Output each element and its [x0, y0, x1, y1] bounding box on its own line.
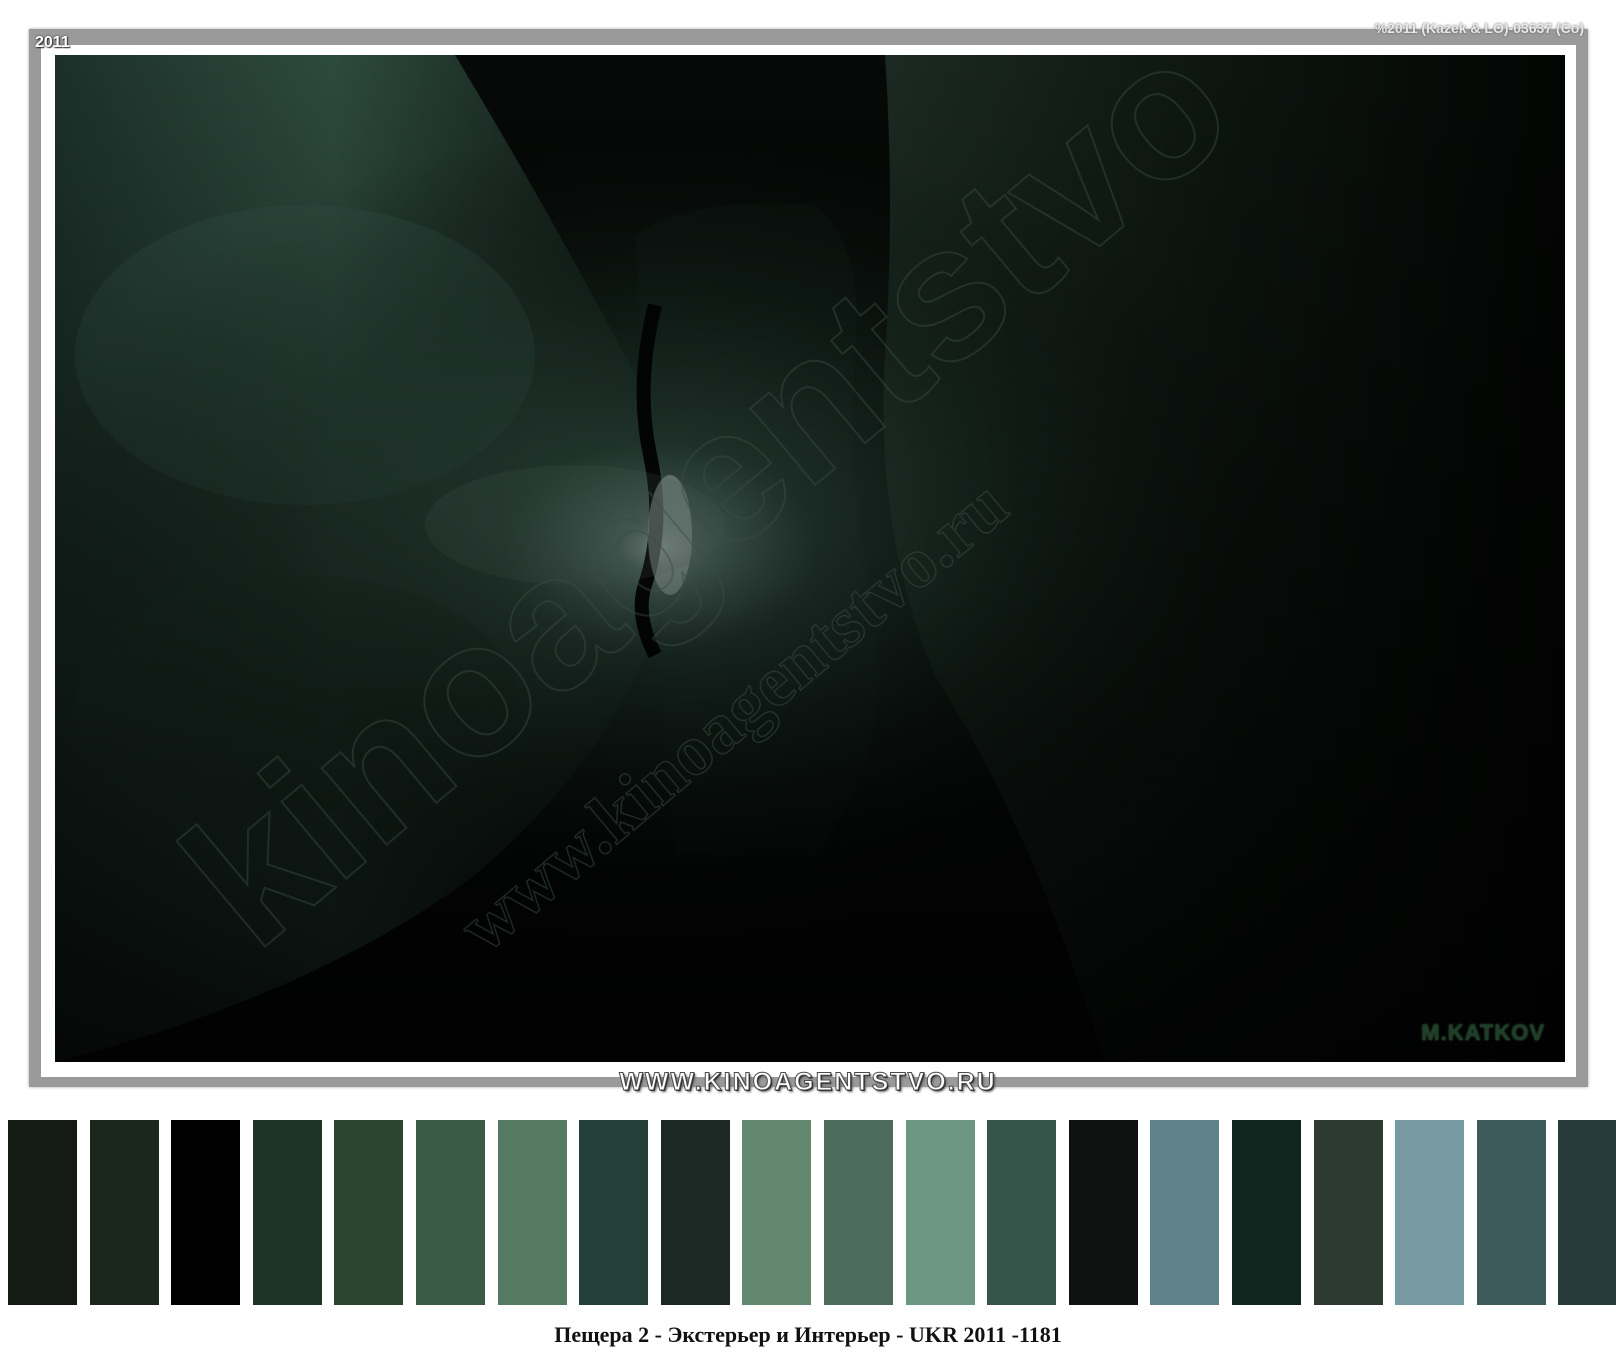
palette-swatch — [8, 1120, 77, 1305]
palette-swatch — [1314, 1120, 1383, 1305]
palette-swatch — [1558, 1120, 1616, 1305]
palette-swatch — [171, 1120, 240, 1305]
year-tag: 2011 — [35, 34, 70, 51]
palette-swatch — [416, 1120, 485, 1305]
palette-swatch — [579, 1120, 648, 1305]
palette-swatch — [1232, 1120, 1301, 1305]
palette-swatch — [90, 1120, 159, 1305]
palette-swatch — [1395, 1120, 1464, 1305]
palette-swatch — [334, 1120, 403, 1305]
palette-swatch — [906, 1120, 975, 1305]
cave-photo: kinoagentstvo www.kinoagentstvo.ru M.KAT… — [55, 55, 1565, 1062]
palette-swatch — [253, 1120, 322, 1305]
palette-swatch — [742, 1120, 811, 1305]
color-palette — [8, 1120, 1616, 1305]
cave-photo-artwork: kinoagentstvo www.kinoagentstvo.ru — [55, 55, 1565, 1062]
palette-swatch — [1150, 1120, 1219, 1305]
palette-swatch — [661, 1120, 730, 1305]
site-banner: WWW.KINOAGENTSTVO.RU — [619, 1068, 997, 1097]
photographer-signature: M.KATKOV — [1421, 1020, 1545, 1045]
palette-swatch — [824, 1120, 893, 1305]
copyright-tag: %2011 (Kazek & LO)-03637 (Co) — [1374, 20, 1584, 36]
palette-swatch — [1477, 1120, 1546, 1305]
palette-swatch — [498, 1120, 567, 1305]
caption: Пещера 2 - Экстерьер и Интерьер - UKR 20… — [554, 1322, 1062, 1347]
palette-swatch — [1069, 1120, 1138, 1305]
palette-swatch — [987, 1120, 1056, 1305]
